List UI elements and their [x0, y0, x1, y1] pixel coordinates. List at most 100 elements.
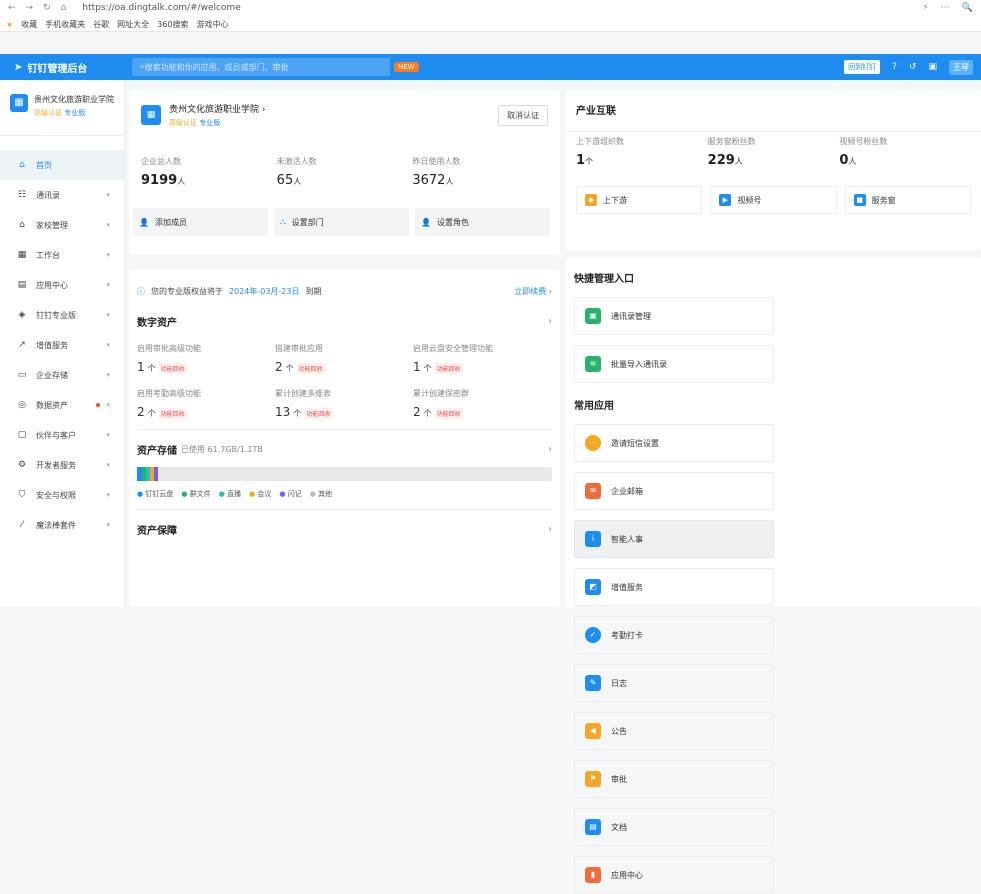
quick-access-card: 快捷管理入口 ▣ 通讯录管理 ≋ 批量导入通讯录 常用应用 ⋯ 邀请短信设置 ✉ 企业邮… — [566, 258, 981, 894]
app-center[interactable]: ▮ 应用中心 — [574, 856, 774, 894]
chevron-down-icon: ▾ — [106, 431, 110, 439]
app-logo[interactable]: ➤ 钉钉管理后台 — [0, 60, 128, 75]
service-window-button[interactable]: ■ 服务窗 — [844, 186, 971, 214]
app-attendance[interactable]: ✓ 考勤打卡 — [574, 616, 774, 654]
sidebar-item-pro[interactable]: ◈ 钉钉专业版 ▾ — [0, 300, 124, 330]
partner-icon: ▢ — [17, 430, 27, 440]
lightning-icon[interactable]: ⚡ — [922, 3, 928, 13]
org-name: 贵州文化旅游职业学院 — [34, 95, 114, 104]
star-icon: ★ — [6, 19, 14, 29]
shield-icon: ⛉ — [18, 490, 26, 500]
grid-icon: ▦ — [17, 250, 27, 260]
sidebar-item-app-center[interactable]: ▤ 应用中心 ▾ — [0, 270, 124, 300]
app-center-icon: ▮ — [585, 867, 601, 883]
bookmark-1[interactable]: 手机收藏夹 — [45, 19, 85, 30]
contacts-icon: ▣ — [585, 308, 601, 324]
sidebar-item-data-assets[interactable]: ◎ 数据资产 ▾ — [0, 390, 124, 420]
sidebar-item-security[interactable]: ⛉ 安全与权限 ▾ — [0, 480, 124, 510]
set-department-button[interactable]: ⛬ 设置部门 — [274, 208, 409, 236]
app-mail[interactable]: ✉ 企业邮箱 — [574, 472, 774, 510]
user-avatar[interactable]: 王琴 — [949, 59, 973, 75]
bookmark-2[interactable]: 谷歌 — [93, 19, 109, 30]
pro-tag: 专业版 — [199, 119, 221, 127]
school-icon: ⌂ — [19, 220, 25, 230]
stat-total-members[interactable]: 企业总人数 9199人 — [141, 156, 277, 188]
screen-icon[interactable]: ▣ — [928, 62, 937, 72]
stat-inactive-members[interactable]: 未激活人数 65人 — [277, 156, 413, 188]
sidebar-item-developer[interactable]: ⚙ 开发者服务 ▾ — [0, 450, 124, 480]
bookmarks-bar: ★ 收藏 手机收藏夹 谷歌 网址大全 360搜索 游戏中心 — [0, 16, 981, 32]
digital-assets-card: ⓘ 您的专业版权益将于 2024年-03月-23日 到期 立即续费 › 数字资产 › … — [129, 270, 560, 607]
app-docs[interactable]: ▤ 文档 — [574, 808, 774, 846]
stat-service-fans[interactable]: 服务窗粉丝数 229人 — [708, 136, 840, 168]
browser-chrome: ← → ↻ ⌂ https://oa.dingtalk.com/#/welcom… — [0, 0, 981, 32]
hr-icon: i — [585, 531, 601, 547]
chevron-down-icon: ▾ — [106, 521, 110, 529]
stat-yesterday-users[interactable]: 昨日使用人数 3672人 — [412, 156, 548, 188]
chevron-down-icon: ▾ — [106, 191, 110, 199]
chevron-down-icon: ▾ — [106, 461, 110, 469]
sidebar-item-magic[interactable]: ⁄ 魔法棒套件 ▾ — [0, 510, 124, 540]
sidebar-item-home[interactable]: ⌂ 首页 — [0, 150, 124, 180]
chevron-down-icon: ▾ — [106, 221, 110, 229]
app-smart-hr[interactable]: i 智能人事 — [574, 520, 774, 558]
home-icon: ⌂ — [19, 160, 25, 170]
search-icon[interactable]: 🔍 — [962, 3, 973, 13]
message-icon: ⋯ — [585, 435, 601, 451]
more-icon[interactable]: ⋯ — [941, 3, 950, 13]
address-bar[interactable]: https://oa.dingtalk.com/#/welcome — [82, 3, 240, 13]
sidebar-item-workbench[interactable]: ▦ 工作台 ▾ — [0, 240, 124, 270]
org-icon: ▦ — [10, 94, 28, 112]
document-icon: ▤ — [585, 819, 601, 835]
check-icon: ✓ — [585, 627, 601, 643]
forward-icon[interactable]: → — [26, 3, 34, 13]
set-role-button[interactable]: 👤 设置角色 — [415, 208, 550, 236]
back-icon[interactable]: ← — [8, 3, 16, 13]
asset-guarantee-header[interactable]: 资产保障 › — [129, 510, 560, 537]
refresh-icon[interactable]: ↺ — [909, 62, 917, 72]
app-value-added[interactable]: ◩ 增值服务 — [574, 568, 774, 606]
certified-tag: 高级认证 — [169, 119, 197, 127]
chevron-down-icon: ▾ — [106, 281, 110, 289]
batch-import-entry[interactable]: ≋ 批量导入通讯录 — [574, 345, 774, 383]
stat-video-fans[interactable]: 视频号粉丝数 0人 — [839, 136, 971, 168]
sidebar-item-partners[interactable]: ▢ 伙伴与客户 ▾ — [0, 420, 124, 450]
cancel-certification-button[interactable]: 取消认证 — [498, 104, 548, 126]
contacts-icon: ☷ — [17, 190, 27, 200]
bookmark-3[interactable]: 网址大全 — [117, 19, 149, 30]
asset-item: 启用审批高级功能 1 个功能回收 — [137, 344, 201, 374]
info-icon: ⓘ — [137, 286, 145, 296]
apps-icon: ▤ — [17, 280, 27, 290]
bookmark-4[interactable]: 360搜索 — [157, 19, 188, 30]
gear-icon: ⚙ — [17, 460, 27, 470]
layers-icon: ≋ — [585, 356, 601, 372]
renew-link[interactable]: 立即续费 › — [514, 286, 552, 297]
app-sms-invite[interactable]: ⋯ 邀请短信设置 — [574, 424, 774, 462]
wand-icon: ⁄ — [21, 520, 23, 530]
org-title-link[interactable]: 贵州文化旅游职业学院 › — [169, 102, 265, 115]
certified-tag: 高级认证 — [34, 109, 62, 117]
stat-supply-chain[interactable]: 上下游组织数 1个 — [576, 136, 708, 168]
app-log[interactable]: ✎ 日志 — [574, 664, 774, 702]
org-switcher[interactable]: ▦ 贵州文化旅游职业学院 高级认证 专业版 — [0, 80, 124, 136]
reload-icon[interactable]: ↻ — [43, 3, 51, 13]
sidebar-item-value-added[interactable]: ↗ 增值服务 ▾ — [0, 330, 124, 360]
chevron-down-icon: ▾ — [106, 491, 110, 499]
digital-assets-header[interactable]: 数字资产 › — [129, 302, 560, 329]
supply-chain-button[interactable]: ◆ 上下游 — [576, 186, 703, 214]
return-dingtalk-button[interactable]: 回到钉钉 — [844, 60, 881, 74]
home-icon[interactable]: ⌂ — [61, 3, 67, 13]
bookmark-5[interactable]: 游戏中心 — [196, 19, 228, 30]
storage-header[interactable]: 资产存储 已使用 61.7GB/1.1TB › — [129, 430, 560, 457]
video-channel-button[interactable]: ▶ 视频号 — [710, 186, 837, 214]
sidebar-item-storage[interactable]: ▭ 企业存储 ▾ — [0, 360, 124, 390]
add-member-button[interactable]: 👤 添加成员 — [133, 208, 268, 236]
help-icon[interactable]: ? — [892, 62, 897, 72]
app-announcement[interactable]: ◀ 公告 — [574, 712, 774, 750]
contacts-management-entry[interactable]: ▣ 通讯录管理 — [574, 297, 774, 335]
sidebar-item-contacts[interactable]: ☷ 通讯录 ▾ — [0, 180, 124, 210]
bookmark-0[interactable]: 收藏 — [21, 19, 37, 30]
sidebar-item-school[interactable]: ⌂ 家校管理 ▾ — [0, 210, 124, 240]
global-search-input[interactable]: ⌕ 搜索功能和你的应用、成员或部门、审批 — [132, 58, 390, 76]
app-approval[interactable]: ⚑ 审批 — [574, 760, 774, 798]
